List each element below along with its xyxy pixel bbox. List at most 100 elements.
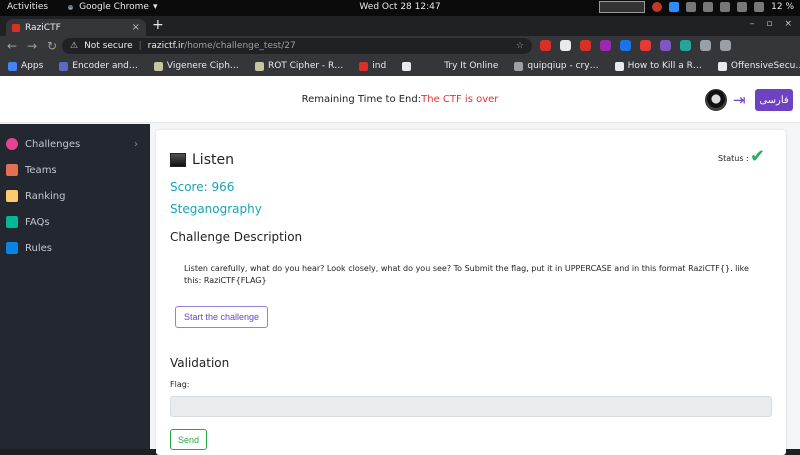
sidebar-item-label: Rules: [25, 242, 52, 254]
bookmark-favicon-icon: [153, 61, 163, 71]
bookmark-label: Try It Online: [444, 61, 499, 71]
challenge-score: Score: 966: [170, 180, 235, 194]
extension-icon[interactable]: [580, 40, 591, 51]
sidebar-item-rules[interactable]: Rules: [0, 237, 150, 259]
window-controls: – ▫ ×: [750, 19, 792, 29]
target-icon: [6, 138, 18, 150]
extension-icon[interactable]: [540, 40, 551, 51]
bookmark-item[interactable]: [402, 61, 415, 71]
extension-icon[interactable]: [660, 40, 671, 51]
battery-icon: [754, 2, 765, 12]
bookmark-favicon-icon: [59, 61, 69, 71]
bookmark-label: ROT Cipher - R…: [267, 61, 344, 71]
url-divider: |: [138, 41, 142, 51]
close-window-button[interactable]: ×: [784, 19, 792, 29]
security-label: Not secure: [84, 41, 133, 51]
remaining-time: Remaining Time to End:The CTF is over: [0, 94, 800, 105]
battery-level: 12 %: [771, 2, 794, 12]
bookmarks-bar: Apps Encoder and… Vigenere Ciph… ROT Cipher…: [0, 56, 800, 76]
bookmark-favicon-icon: [717, 61, 727, 71]
bookmark-favicon-icon: [614, 61, 624, 71]
chevron-right-icon: ›: [134, 138, 138, 150]
zoom-icon: [669, 2, 680, 12]
extension-icon[interactable]: [620, 40, 631, 51]
page: Remaining Time to End:The CTF is over ⇥ …: [0, 76, 800, 455]
warning-icon[interactable]: ⚠: [70, 41, 78, 51]
reload-button[interactable]: ↻: [44, 39, 60, 53]
bookmark-label: Apps: [21, 61, 44, 71]
challenge-description: Listen carefully, what do you hear? Look…: [184, 264, 749, 285]
bookmark-favicon-icon: [359, 61, 369, 71]
tab-strip: RaziCTF × + – ▫ ×: [0, 16, 800, 36]
challenge-category: Steganography: [170, 202, 262, 216]
language-button[interactable]: فارسی: [755, 89, 793, 111]
bookmark-star-icon[interactable]: ☆: [516, 41, 524, 51]
tab-razictf[interactable]: RaziCTF ×: [6, 19, 146, 36]
bookmark-label: OffensiveSecu…: [730, 61, 800, 71]
team-icon: [6, 164, 18, 176]
favicon-icon: [12, 23, 20, 32]
logout-icon[interactable]: ⇥: [733, 92, 749, 108]
extensions-bar: [540, 40, 731, 51]
sidebar-item-label: Challenges: [25, 138, 81, 150]
challenge-thumbnail: [170, 153, 186, 167]
trophy-icon: [6, 190, 18, 202]
remaining-label: Remaining Time to End:: [301, 94, 422, 105]
sidebar: Challenges › Teams Ranking FAQs Rules: [0, 124, 150, 449]
tab-close-icon[interactable]: ×: [132, 22, 140, 33]
extension-icon[interactable]: [700, 40, 711, 51]
rules-icon: [6, 242, 18, 254]
extension-icon[interactable]: [560, 40, 571, 51]
system-tray[interactable]: 12 %: [599, 1, 794, 13]
start-challenge-button[interactable]: Start the challenge: [175, 306, 268, 328]
record-icon: [652, 2, 663, 12]
workspace-indicator: [599, 1, 646, 13]
bookmark-item[interactable]: Vigenere Ciph…: [153, 61, 239, 71]
send-button[interactable]: Send: [170, 429, 207, 450]
volume-icon: [737, 2, 748, 12]
bookmark-item[interactable]: quipqiup - cry…: [514, 61, 599, 71]
bookmark-label: ind: [372, 61, 387, 71]
bookmark-item[interactable]: ROT Cipher - R…: [254, 61, 344, 71]
bookmark-item[interactable]: ind: [359, 61, 386, 71]
bookmark-favicon-icon: [254, 61, 264, 71]
keyboard-icon: [686, 2, 697, 12]
bookmark-label: Encoder and…: [72, 61, 138, 71]
bookmark-label: How to Kill a R…: [627, 61, 702, 71]
faq-icon: [6, 216, 18, 228]
extension-icon[interactable]: [640, 40, 651, 51]
extension-icon[interactable]: [720, 40, 731, 51]
avatar[interactable]: [705, 89, 727, 111]
sidebar-item-ranking[interactable]: Ranking: [0, 185, 150, 207]
address-bar[interactable]: ⚠ Not secure | razictf.ir/home/challenge…: [62, 38, 532, 54]
wifi-icon: [703, 2, 714, 12]
extension-icon[interactable]: [600, 40, 611, 51]
new-tab-button[interactable]: +: [152, 17, 164, 33]
bookmark-favicon-icon: [402, 61, 412, 71]
validation-heading: Validation: [170, 356, 230, 370]
bookmark-item[interactable]: Try It Online: [431, 61, 498, 71]
bookmark-item[interactable]: OffensiveSecu…: [717, 61, 800, 71]
forward-button[interactable]: →: [24, 39, 40, 53]
back-button[interactable]: ←: [4, 39, 20, 53]
flag-input[interactable]: [170, 396, 772, 417]
challenge-card: Listen Status : ✔ Score: 966 Steganograp…: [156, 130, 786, 455]
maximize-button[interactable]: ▫: [766, 19, 772, 29]
sidebar-item-faqs[interactable]: FAQs: [0, 211, 150, 233]
status-label: Status :: [718, 154, 749, 163]
sidebar-item-challenges[interactable]: Challenges ›: [0, 133, 150, 155]
flag-label: Flag:: [170, 380, 190, 389]
checkmark-icon: ✔: [750, 146, 766, 167]
bookmark-label: quipqiup - cry…: [527, 61, 599, 71]
url-path: /home/challenge_test/27: [184, 41, 296, 51]
sidebar-item-teams[interactable]: Teams: [0, 159, 150, 181]
extension-icon[interactable]: [680, 40, 691, 51]
bookmark-item[interactable]: How to Kill a R…: [614, 61, 702, 71]
sidebar-item-label: Teams: [25, 164, 57, 176]
minimize-button[interactable]: –: [750, 19, 755, 29]
challenge-title-text: Listen: [192, 152, 234, 168]
browser-toolbar: ← → ↻ ⚠ Not secure | razictf.ir/home/cha…: [0, 36, 800, 56]
os-top-bar: Activities Google Chrome ▾ Wed Oct 28 12…: [0, 0, 800, 16]
bookmark-item[interactable]: Encoder and…: [59, 61, 138, 71]
bookmark-item[interactable]: Apps: [8, 61, 43, 71]
